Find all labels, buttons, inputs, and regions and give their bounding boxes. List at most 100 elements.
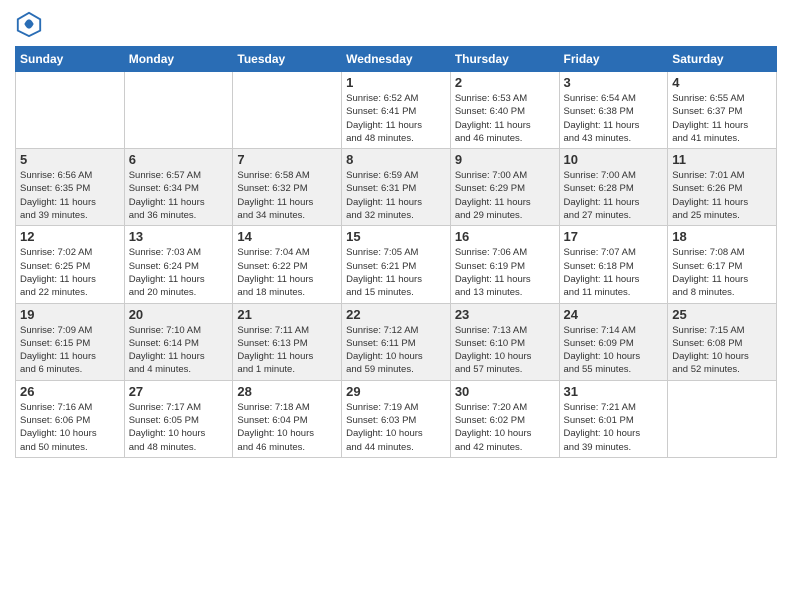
logo-icon	[15, 10, 43, 38]
day-info: Sunrise: 7:05 AM Sunset: 6:21 PM Dayligh…	[346, 246, 446, 299]
day-number: 8	[346, 152, 446, 167]
calendar-cell: 23 Sunrise: 7:13 AM Sunset: 6:10 PM Dayli…	[450, 303, 559, 380]
calendar-cell: 17 Sunrise: 7:07 AM Sunset: 6:18 PM Dayli…	[559, 226, 668, 303]
calendar-cell	[16, 72, 125, 149]
day-info: Sunrise: 7:14 AM Sunset: 6:09 PM Dayligh…	[564, 324, 664, 377]
calendar-cell: 2Sunrise: 6:53 AM Sunset: 6:40 PM Daylig…	[450, 72, 559, 149]
day-info: Sunrise: 7:07 AM Sunset: 6:18 PM Dayligh…	[564, 246, 664, 299]
day-number: 14	[237, 229, 337, 244]
calendar-cell: 11 Sunrise: 7:01 AM Sunset: 6:26 PM Dayli…	[668, 149, 777, 226]
weekday-header-sunday: Sunday	[16, 47, 125, 72]
day-number: 16	[455, 229, 555, 244]
day-number: 13	[129, 229, 229, 244]
calendar-cell: 13 Sunrise: 7:03 AM Sunset: 6:24 PM Dayli…	[124, 226, 233, 303]
calendar-cell: 12Sunrise: 7:02 AM Sunset: 6:25 PM Dayli…	[16, 226, 125, 303]
calendar-week-row: 12Sunrise: 7:02 AM Sunset: 6:25 PM Dayli…	[16, 226, 777, 303]
header	[15, 10, 777, 38]
day-number: 29	[346, 384, 446, 399]
day-info: Sunrise: 7:11 AM Sunset: 6:13 PM Dayligh…	[237, 324, 337, 377]
calendar-cell: 15Sunrise: 7:05 AM Sunset: 6:21 PM Dayli…	[342, 226, 451, 303]
day-number: 24	[564, 307, 664, 322]
calendar-week-row: 26 Sunrise: 7:16 AM Sunset: 6:06 PM Dayli…	[16, 380, 777, 457]
day-info: Sunrise: 6:58 AM Sunset: 6:32 PM Dayligh…	[237, 169, 337, 222]
calendar-cell	[668, 380, 777, 457]
day-number: 3	[564, 75, 664, 90]
weekday-header-friday: Friday	[559, 47, 668, 72]
calendar-table: SundayMondayTuesdayWednesdayThursdayFrid…	[15, 46, 777, 458]
calendar-cell: 19 Sunrise: 7:09 AM Sunset: 6:15 PM Dayli…	[16, 303, 125, 380]
weekday-header-wednesday: Wednesday	[342, 47, 451, 72]
weekday-header-thursday: Thursday	[450, 47, 559, 72]
day-number: 21	[237, 307, 337, 322]
day-number: 2	[455, 75, 555, 90]
calendar-cell: 8 Sunrise: 6:59 AM Sunset: 6:31 PM Daylig…	[342, 149, 451, 226]
calendar-cell: 21 Sunrise: 7:11 AM Sunset: 6:13 PM Dayli…	[233, 303, 342, 380]
day-info: Sunrise: 7:12 AM Sunset: 6:11 PM Dayligh…	[346, 324, 446, 377]
calendar-week-row: 5 Sunrise: 6:56 AM Sunset: 6:35 PM Daylig…	[16, 149, 777, 226]
day-number: 18	[672, 229, 772, 244]
day-number: 20	[129, 307, 229, 322]
page: SundayMondayTuesdayWednesdayThursdayFrid…	[0, 0, 792, 612]
calendar-cell: 31 Sunrise: 7:21 AM Sunset: 6:01 PM Dayli…	[559, 380, 668, 457]
day-number: 11	[672, 152, 772, 167]
day-info: Sunrise: 6:52 AM Sunset: 6:41 PM Dayligh…	[346, 92, 446, 145]
calendar-cell	[124, 72, 233, 149]
day-info: Sunrise: 7:01 AM Sunset: 6:26 PM Dayligh…	[672, 169, 772, 222]
day-info: Sunrise: 7:19 AM Sunset: 6:03 PM Dayligh…	[346, 401, 446, 454]
calendar-cell: 14 Sunrise: 7:04 AM Sunset: 6:22 PM Dayli…	[233, 226, 342, 303]
calendar-cell: 6 Sunrise: 6:57 AM Sunset: 6:34 PM Daylig…	[124, 149, 233, 226]
day-number: 12	[20, 229, 120, 244]
day-info: Sunrise: 6:56 AM Sunset: 6:35 PM Dayligh…	[20, 169, 120, 222]
calendar-cell: 1 Sunrise: 6:52 AM Sunset: 6:41 PM Daylig…	[342, 72, 451, 149]
day-number: 31	[564, 384, 664, 399]
calendar-week-row: 1 Sunrise: 6:52 AM Sunset: 6:41 PM Daylig…	[16, 72, 777, 149]
weekday-header-saturday: Saturday	[668, 47, 777, 72]
calendar-cell: 28Sunrise: 7:18 AM Sunset: 6:04 PM Dayli…	[233, 380, 342, 457]
day-number: 17	[564, 229, 664, 244]
day-info: Sunrise: 7:08 AM Sunset: 6:17 PM Dayligh…	[672, 246, 772, 299]
day-number: 5	[20, 152, 120, 167]
logo	[15, 10, 47, 38]
day-info: Sunrise: 6:55 AM Sunset: 6:37 PM Dayligh…	[672, 92, 772, 145]
calendar-cell: 5 Sunrise: 6:56 AM Sunset: 6:35 PM Daylig…	[16, 149, 125, 226]
day-number: 19	[20, 307, 120, 322]
calendar-cell: 16 Sunrise: 7:06 AM Sunset: 6:19 PM Dayli…	[450, 226, 559, 303]
day-info: Sunrise: 7:13 AM Sunset: 6:10 PM Dayligh…	[455, 324, 555, 377]
day-info: Sunrise: 7:04 AM Sunset: 6:22 PM Dayligh…	[237, 246, 337, 299]
calendar-cell: 20 Sunrise: 7:10 AM Sunset: 6:14 PM Dayli…	[124, 303, 233, 380]
day-info: Sunrise: 7:17 AM Sunset: 6:05 PM Dayligh…	[129, 401, 229, 454]
day-number: 27	[129, 384, 229, 399]
day-info: Sunrise: 6:54 AM Sunset: 6:38 PM Dayligh…	[564, 92, 664, 145]
day-info: Sunrise: 7:03 AM Sunset: 6:24 PM Dayligh…	[129, 246, 229, 299]
day-number: 9	[455, 152, 555, 167]
day-info: Sunrise: 6:59 AM Sunset: 6:31 PM Dayligh…	[346, 169, 446, 222]
day-number: 23	[455, 307, 555, 322]
day-info: Sunrise: 7:10 AM Sunset: 6:14 PM Dayligh…	[129, 324, 229, 377]
day-info: Sunrise: 7:21 AM Sunset: 6:01 PM Dayligh…	[564, 401, 664, 454]
calendar-cell: 27 Sunrise: 7:17 AM Sunset: 6:05 PM Dayli…	[124, 380, 233, 457]
day-info: Sunrise: 7:00 AM Sunset: 6:29 PM Dayligh…	[455, 169, 555, 222]
day-number: 26	[20, 384, 120, 399]
weekday-header-monday: Monday	[124, 47, 233, 72]
calendar-cell: 7 Sunrise: 6:58 AM Sunset: 6:32 PM Daylig…	[233, 149, 342, 226]
day-number: 1	[346, 75, 446, 90]
day-number: 4	[672, 75, 772, 90]
calendar-cell: 4 Sunrise: 6:55 AM Sunset: 6:37 PM Daylig…	[668, 72, 777, 149]
calendar-week-row: 19 Sunrise: 7:09 AM Sunset: 6:15 PM Dayli…	[16, 303, 777, 380]
weekday-header-tuesday: Tuesday	[233, 47, 342, 72]
day-info: Sunrise: 7:15 AM Sunset: 6:08 PM Dayligh…	[672, 324, 772, 377]
calendar-cell: 22Sunrise: 7:12 AM Sunset: 6:11 PM Dayli…	[342, 303, 451, 380]
calendar-cell: 29 Sunrise: 7:19 AM Sunset: 6:03 PM Dayli…	[342, 380, 451, 457]
day-info: Sunrise: 7:00 AM Sunset: 6:28 PM Dayligh…	[564, 169, 664, 222]
day-number: 7	[237, 152, 337, 167]
calendar-cell: 30Sunrise: 7:20 AM Sunset: 6:02 PM Dayli…	[450, 380, 559, 457]
day-number: 6	[129, 152, 229, 167]
day-info: Sunrise: 7:09 AM Sunset: 6:15 PM Dayligh…	[20, 324, 120, 377]
day-number: 30	[455, 384, 555, 399]
day-info: Sunrise: 7:06 AM Sunset: 6:19 PM Dayligh…	[455, 246, 555, 299]
day-info: Sunrise: 6:57 AM Sunset: 6:34 PM Dayligh…	[129, 169, 229, 222]
day-info: Sunrise: 7:16 AM Sunset: 6:06 PM Dayligh…	[20, 401, 120, 454]
calendar-cell: 3 Sunrise: 6:54 AM Sunset: 6:38 PM Daylig…	[559, 72, 668, 149]
calendar-cell: 18 Sunrise: 7:08 AM Sunset: 6:17 PM Dayli…	[668, 226, 777, 303]
day-info: Sunrise: 7:18 AM Sunset: 6:04 PM Dayligh…	[237, 401, 337, 454]
